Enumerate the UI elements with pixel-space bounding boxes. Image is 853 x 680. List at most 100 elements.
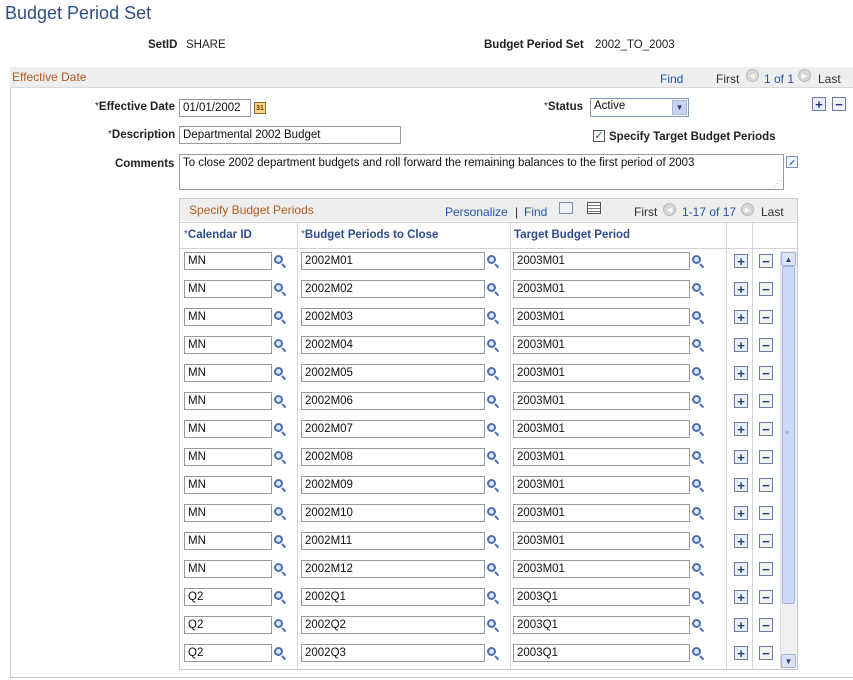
lookup-icon[interactable] — [691, 618, 705, 633]
target-period-input[interactable]: 2003M01 — [513, 364, 690, 382]
lookup-icon[interactable] — [691, 506, 705, 521]
budget-period-input[interactable]: 2002M09 — [301, 476, 485, 494]
target-period-input[interactable]: 2003Q1 — [513, 616, 690, 634]
lookup-icon[interactable] — [691, 282, 705, 297]
delete-row-button[interactable]: − — [759, 506, 773, 520]
target-period-input[interactable]: 2003M01 — [513, 336, 690, 354]
last-arrow-icon[interactable]: ▶ — [798, 69, 811, 82]
add-row-button[interactable]: + — [734, 366, 748, 380]
column-header-budget-periods[interactable]: *Budget Periods to Close — [301, 229, 438, 241]
delete-row-button[interactable]: − — [759, 254, 773, 268]
column-header-calendar-id[interactable]: *Calendar ID — [184, 229, 252, 241]
target-period-input[interactable]: 2003M01 — [513, 504, 690, 522]
lookup-icon[interactable] — [691, 254, 705, 269]
target-period-input[interactable]: 2003M01 — [513, 392, 690, 410]
lookup-icon[interactable] — [273, 394, 287, 409]
delete-row-button[interactable]: − — [759, 562, 773, 576]
add-row-button[interactable]: + — [734, 282, 748, 296]
lookup-icon[interactable] — [486, 338, 500, 353]
calendar-id-input[interactable]: MN — [184, 364, 272, 382]
budget-period-input[interactable]: 2002M04 — [301, 336, 485, 354]
lookup-icon[interactable] — [273, 310, 287, 325]
target-period-input[interactable]: 2003M01 — [513, 308, 690, 326]
lookup-icon[interactable] — [486, 450, 500, 465]
effective-date-find-link[interactable]: Find — [660, 72, 683, 86]
target-period-input[interactable]: 2003M01 — [513, 448, 690, 466]
lookup-icon[interactable] — [691, 534, 705, 549]
lookup-icon[interactable] — [273, 646, 287, 661]
lookup-icon[interactable] — [273, 422, 287, 437]
add-row-button[interactable]: + — [812, 97, 826, 111]
calendar-id-input[interactable]: MN — [184, 392, 272, 410]
delete-row-button[interactable]: − — [759, 338, 773, 352]
lookup-icon[interactable] — [273, 590, 287, 605]
calendar-icon[interactable]: 31 — [254, 102, 266, 114]
lookup-icon[interactable] — [273, 562, 287, 577]
calendar-id-input[interactable]: MN — [184, 336, 272, 354]
lookup-icon[interactable] — [486, 282, 500, 297]
add-row-button[interactable]: + — [734, 534, 748, 548]
lookup-icon[interactable] — [273, 450, 287, 465]
delete-row-button[interactable]: − — [759, 282, 773, 296]
lookup-icon[interactable] — [486, 590, 500, 605]
target-period-input[interactable]: 2003M01 — [513, 532, 690, 550]
add-row-button[interactable]: + — [734, 422, 748, 436]
delete-row-button[interactable]: − — [759, 646, 773, 660]
lookup-icon[interactable] — [691, 450, 705, 465]
calendar-id-input[interactable]: Q2 — [184, 616, 272, 634]
delete-row-button[interactable]: − — [832, 97, 846, 111]
specify-target-checkbox[interactable]: ✓ — [593, 130, 605, 142]
lookup-icon[interactable] — [273, 338, 287, 353]
delete-row-button[interactable]: − — [759, 534, 773, 548]
calendar-id-input[interactable]: MN — [184, 420, 272, 438]
calendar-id-input[interactable]: MN — [184, 560, 272, 578]
add-row-button[interactable]: + — [734, 394, 748, 408]
add-row-button[interactable]: + — [734, 310, 748, 324]
calendar-id-input[interactable]: MN — [184, 476, 272, 494]
budget-period-input[interactable]: 2002Q2 — [301, 616, 485, 634]
grid-find-link[interactable]: Find — [524, 205, 547, 219]
lookup-icon[interactable] — [273, 478, 287, 493]
lookup-icon[interactable] — [486, 562, 500, 577]
budget-period-input[interactable]: 2002M01 — [301, 252, 485, 270]
delete-row-button[interactable]: − — [759, 478, 773, 492]
lookup-icon[interactable] — [691, 562, 705, 577]
add-row-button[interactable]: + — [734, 338, 748, 352]
lookup-icon[interactable] — [486, 310, 500, 325]
add-row-button[interactable]: + — [734, 562, 748, 576]
effective-date-input[interactable]: 01/01/2002 — [179, 99, 251, 117]
target-period-input[interactable]: 2003M01 — [513, 420, 690, 438]
budget-period-input[interactable]: 2002M03 — [301, 308, 485, 326]
lookup-icon[interactable] — [273, 282, 287, 297]
calendar-id-input[interactable]: MN — [184, 308, 272, 326]
delete-row-button[interactable]: − — [759, 394, 773, 408]
add-row-button[interactable]: + — [734, 618, 748, 632]
budget-period-input[interactable]: 2002M02 — [301, 280, 485, 298]
resize-grip-icon[interactable]: ⋰ — [773, 179, 781, 188]
lookup-icon[interactable] — [273, 366, 287, 381]
view-all-icon[interactable] — [559, 202, 573, 214]
calendar-id-input[interactable]: MN — [184, 532, 272, 550]
calendar-id-input[interactable]: MN — [184, 504, 272, 522]
lookup-icon[interactable] — [486, 254, 500, 269]
budget-period-input[interactable]: 2002M11 — [301, 532, 485, 550]
first-arrow-icon[interactable]: ◀ — [746, 69, 759, 82]
calendar-id-input[interactable]: MN — [184, 252, 272, 270]
add-row-button[interactable]: + — [734, 590, 748, 604]
scroll-up-icon[interactable]: ▲ — [781, 252, 796, 266]
lookup-icon[interactable] — [273, 534, 287, 549]
target-period-input[interactable]: 2003M01 — [513, 560, 690, 578]
calendar-id-input[interactable]: Q2 — [184, 588, 272, 606]
lookup-icon[interactable] — [691, 394, 705, 409]
lookup-icon[interactable] — [486, 394, 500, 409]
calendar-id-input[interactable]: MN — [184, 448, 272, 466]
budget-period-input[interactable]: 2002M10 — [301, 504, 485, 522]
chevron-down-icon[interactable]: ▼ — [672, 100, 687, 115]
budget-period-input[interactable]: 2002Q1 — [301, 588, 485, 606]
lookup-icon[interactable] — [273, 254, 287, 269]
target-period-input[interactable]: 2003M01 — [513, 280, 690, 298]
delete-row-button[interactable]: − — [759, 590, 773, 604]
add-row-button[interactable]: + — [734, 450, 748, 464]
delete-row-button[interactable]: − — [759, 618, 773, 632]
status-select[interactable]: Active ▼ — [590, 98, 689, 117]
